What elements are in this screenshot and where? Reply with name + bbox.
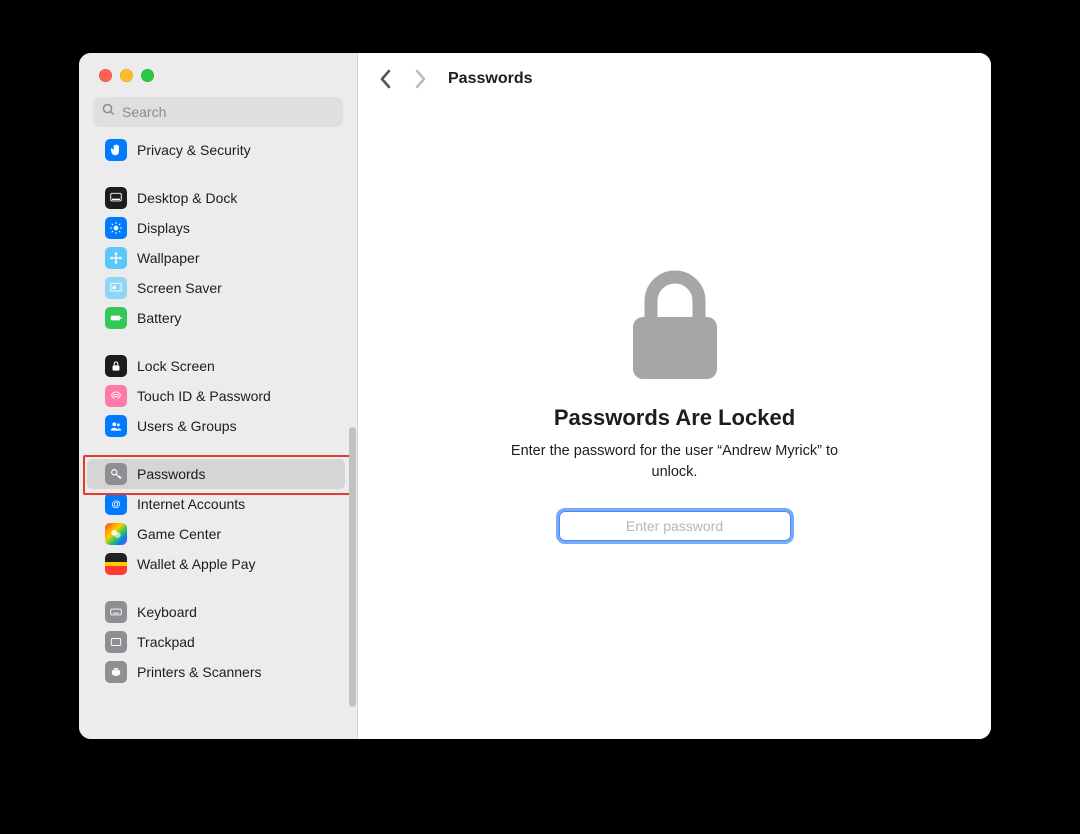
sidebar-item-label: Displays <box>137 220 190 236</box>
flower-icon <box>105 247 127 269</box>
sidebar-item-label: Users & Groups <box>137 418 237 434</box>
sidebar-item-label: Screen Saver <box>137 280 222 296</box>
main-panel: Passwords Passwords Are Locked Enter the… <box>358 53 991 739</box>
sidebar-scrollbar[interactable] <box>349 427 356 707</box>
gamecenter-icon <box>105 523 127 545</box>
wallet-icon <box>105 553 127 575</box>
back-button[interactable] <box>376 67 396 91</box>
svg-text:@: @ <box>111 499 120 509</box>
key-icon <box>105 463 127 485</box>
sidebar-item-trackpad[interactable]: Trackpad <box>87 627 345 657</box>
search-input[interactable] <box>120 103 335 121</box>
sidebar-item-wallet-apple-pay[interactable]: Wallet & Apple Pay <box>87 549 345 579</box>
header-toolbar: Passwords <box>358 53 991 105</box>
sidebar-item-game-center[interactable]: Game Center <box>87 519 345 549</box>
sidebar-item-privacy-security[interactable]: Privacy & Security <box>87 137 345 165</box>
sidebar-item-label: Privacy & Security <box>137 142 251 158</box>
printer-icon <box>105 661 127 683</box>
sidebar-item-label: Wallpaper <box>137 250 200 266</box>
dock-icon <box>105 187 127 209</box>
sidebar-item-users-groups[interactable]: Users & Groups <box>87 411 345 441</box>
sidebar-item-screen-saver[interactable]: Screen Saver <box>87 273 345 303</box>
minimize-window-button[interactable] <box>120 69 133 82</box>
settings-window: Privacy & Security Desktop & Dock Displays… <box>79 53 991 739</box>
sidebar-item-touch-id-password[interactable]: Touch ID & Password <box>87 381 345 411</box>
window-controls <box>79 53 357 97</box>
at-icon: @ <box>105 493 127 515</box>
sidebar-list: Privacy & Security Desktop & Dock Displays… <box>79 137 357 739</box>
sidebar-item-label: Printers & Scanners <box>137 664 262 680</box>
sidebar: Privacy & Security Desktop & Dock Displays… <box>79 53 358 739</box>
sidebar-item-label: Lock Screen <box>137 358 215 374</box>
locked-pane: Passwords Are Locked Enter the password … <box>358 105 991 739</box>
sidebar-item-label: Trackpad <box>137 634 195 650</box>
sidebar-item-desktop-dock[interactable]: Desktop & Dock <box>87 183 345 213</box>
lock-icon <box>627 265 723 383</box>
fingerprint-icon <box>105 385 127 407</box>
sidebar-item-label: Game Center <box>137 526 221 542</box>
sidebar-item-label: Wallet & Apple Pay <box>137 556 256 572</box>
lockscreen-icon <box>105 355 127 377</box>
screensaver-icon <box>105 277 127 299</box>
trackpad-icon <box>105 631 127 653</box>
sidebar-item-wallpaper[interactable]: Wallpaper <box>87 243 345 273</box>
users-icon <box>105 415 127 437</box>
locked-title: Passwords Are Locked <box>554 405 795 431</box>
sidebar-item-printers-scanners[interactable]: Printers & Scanners <box>87 657 345 687</box>
zoom-window-button[interactable] <box>141 69 154 82</box>
battery-icon <box>105 307 127 329</box>
sun-icon <box>105 217 127 239</box>
sidebar-item-displays[interactable]: Displays <box>87 213 345 243</box>
sidebar-item-label: Touch ID & Password <box>137 388 271 404</box>
keyboard-icon <box>105 601 127 623</box>
search-field[interactable] <box>93 97 343 127</box>
sidebar-item-passwords[interactable]: Passwords <box>87 459 345 489</box>
password-input[interactable] <box>559 511 791 541</box>
sidebar-item-label: Battery <box>137 310 181 326</box>
page-title: Passwords <box>448 70 532 88</box>
close-window-button[interactable] <box>99 69 112 82</box>
sidebar-item-battery[interactable]: Battery <box>87 303 345 333</box>
sidebar-item-label: Passwords <box>137 466 205 482</box>
sidebar-item-lock-screen[interactable]: Lock Screen <box>87 351 345 381</box>
forward-button[interactable] <box>410 67 430 91</box>
hand-icon <box>105 139 127 161</box>
search-icon <box>101 102 120 122</box>
sidebar-item-label: Desktop & Dock <box>137 190 237 206</box>
sidebar-item-label: Internet Accounts <box>137 496 245 512</box>
sidebar-item-internet-accounts[interactable]: @ Internet Accounts <box>87 489 345 519</box>
password-field-wrap[interactable] <box>559 511 791 541</box>
sidebar-item-label: Keyboard <box>137 604 197 620</box>
locked-subtitle: Enter the password for the user “Andrew … <box>495 441 855 483</box>
sidebar-item-keyboard[interactable]: Keyboard <box>87 597 345 627</box>
